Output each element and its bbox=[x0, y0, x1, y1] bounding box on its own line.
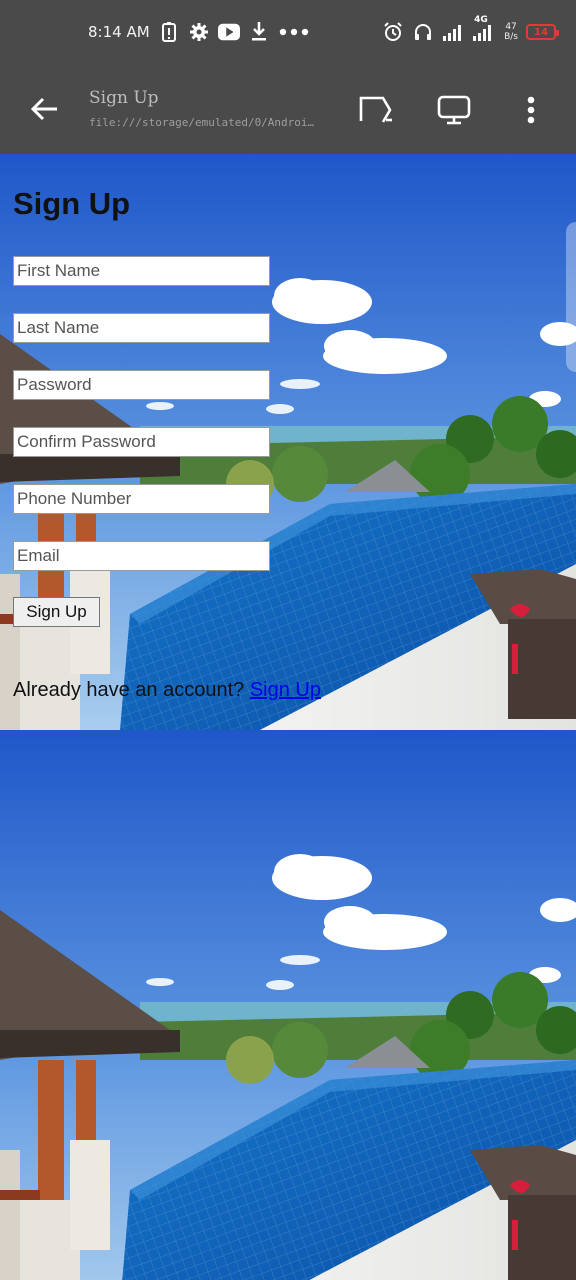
signup-form: Sign Up Sign Up Already have an account?… bbox=[0, 154, 576, 730]
headphones-icon bbox=[412, 21, 434, 43]
battery-icon: 14 bbox=[526, 24, 559, 40]
signup-link[interactable]: Sign Up bbox=[250, 679, 321, 701]
browser-toolbar: Sign Up file:///storage/emulated/0/Andro… bbox=[0, 64, 576, 154]
signal-icon bbox=[442, 21, 464, 43]
last-name-field[interactable] bbox=[13, 313, 270, 343]
net-speed-unit: B/s bbox=[504, 32, 518, 42]
toolbar-url[interactable]: file:///storage/emulated/0/Android/data/… bbox=[89, 116, 319, 129]
signal-4g-icon: 4G bbox=[472, 15, 496, 43]
battery-level: 14 bbox=[534, 26, 548, 38]
scroll-indicator[interactable] bbox=[566, 222, 576, 372]
desktop-icon bbox=[437, 95, 471, 125]
status-right: 4G 47 B/s 14 bbox=[382, 15, 559, 46]
cast-button[interactable] bbox=[356, 90, 396, 130]
email-field[interactable] bbox=[13, 541, 270, 571]
more-vert-icon bbox=[527, 96, 535, 124]
download-icon bbox=[248, 21, 270, 43]
back-arrow-icon bbox=[31, 97, 57, 121]
signup-button[interactable]: Sign Up bbox=[13, 597, 100, 627]
status-bar: 8:14 AM 4G 47 B/s 14 bbox=[0, 0, 576, 64]
alarm-icon bbox=[382, 21, 404, 43]
status-time: 8:14 AM bbox=[88, 23, 150, 41]
confirm-password-field[interactable] bbox=[13, 427, 270, 457]
footer-line: Already have an account? Sign Up bbox=[13, 679, 321, 702]
password-field[interactable] bbox=[13, 370, 270, 400]
net-speed: 47 B/s bbox=[504, 22, 518, 42]
network-type-label: 4G bbox=[474, 15, 488, 25]
settings-icon bbox=[188, 21, 210, 43]
background-image-bottom bbox=[0, 730, 576, 1280]
back-button[interactable] bbox=[26, 90, 64, 128]
cast-icon bbox=[359, 96, 392, 123]
youtube-icon bbox=[217, 21, 240, 43]
page-content: Sign Up Sign Up Already have an account?… bbox=[0, 154, 576, 1280]
page-title: Sign Up bbox=[13, 186, 131, 221]
status-left: 8:14 AM bbox=[88, 20, 310, 44]
toolbar-title: Sign Up bbox=[89, 88, 159, 108]
first-name-field[interactable] bbox=[13, 256, 270, 286]
phone-number-field[interactable] bbox=[13, 484, 270, 514]
desktop-mode-button[interactable] bbox=[434, 90, 474, 130]
net-speed-value: 47 bbox=[505, 22, 517, 32]
battery-saver-icon bbox=[158, 21, 180, 43]
more-options-button[interactable] bbox=[511, 90, 551, 130]
more-dots-icon bbox=[278, 21, 310, 43]
footer-text: Already have an account? bbox=[13, 679, 245, 701]
